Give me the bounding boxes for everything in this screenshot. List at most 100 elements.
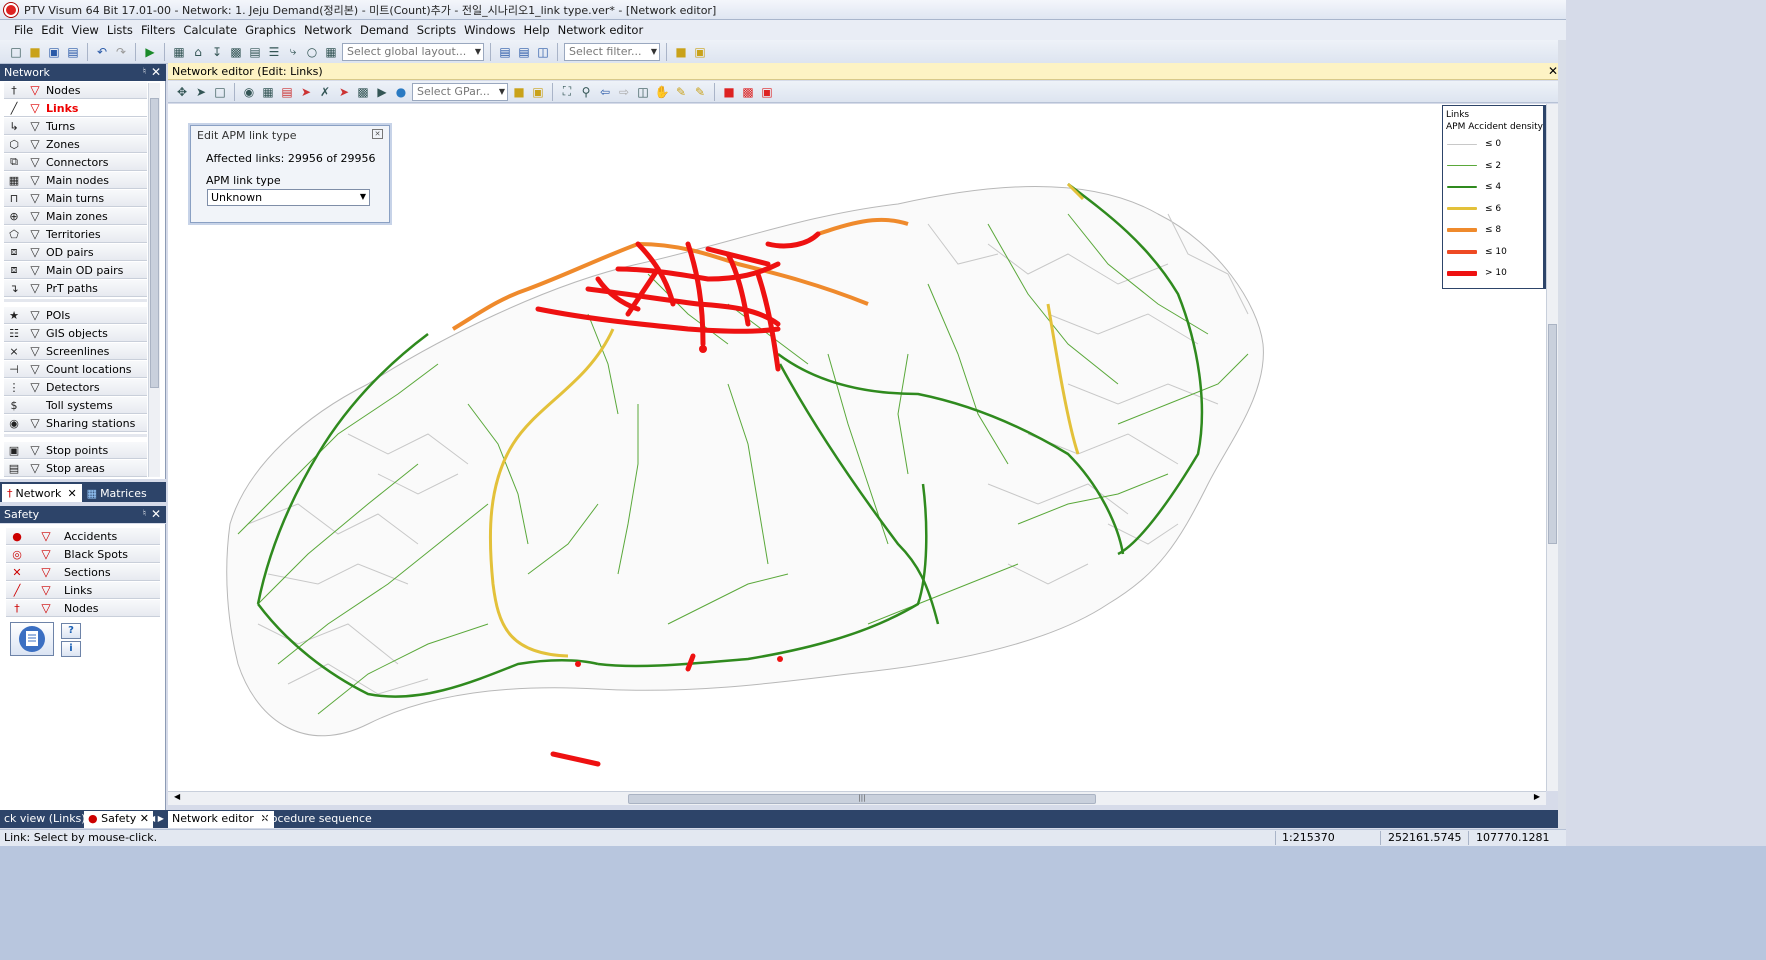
menu-lists[interactable]: Lists [103,23,137,37]
filter-icon[interactable]: ▽ [24,362,46,376]
network-item-toll-systems[interactable]: $ Toll systems [4,397,147,414]
pan-icon[interactable]: ✥ [174,84,190,100]
network-item-zones[interactable]: ⬡ ▽ Zones [4,136,147,153]
filter-icon[interactable]: ▽ [24,326,46,340]
run-icon[interactable]: ▶ [142,44,158,60]
help-button[interactable]: ? [61,623,81,639]
open-gpar-icon[interactable]: ■ [511,84,527,100]
filter-icon[interactable]: ▽ [24,173,46,187]
close-icon[interactable]: ✕ [1548,63,1558,80]
network-item-main-od-pairs[interactable]: ⧈ ▽ Main OD pairs [4,262,147,279]
list-view-icon[interactable]: ☰ [266,44,282,60]
tab-safety[interactable]: ● Safety ✕ [84,811,154,828]
filter-icon[interactable]: ▽ [28,601,64,615]
filter-icon[interactable]: ▽ [24,245,46,259]
list-icon[interactable]: ▤ [247,44,263,60]
close-icon[interactable]: ✕ [151,64,161,81]
table-icon[interactable]: ▦ [260,84,276,100]
report-button[interactable] [10,622,54,656]
pin-icon[interactable]: ♮ [143,64,146,81]
flow-icon[interactable]: ⤷ [285,44,301,60]
select-pointer-icon[interactable]: ➤ [193,84,209,100]
graphic-params-icon[interactable]: ▩ [228,44,244,60]
filter-icon[interactable]: ▽ [24,227,46,241]
frame-icon[interactable]: ▣ [759,84,775,100]
network-icon[interactable]: ▦ [171,44,187,60]
network-item-screenlines[interactable]: ⨯ ▽ Screenlines [4,343,147,360]
filter-icon[interactable]: ▽ [24,281,46,295]
stop-icon[interactable]: ■ [721,84,737,100]
network-item-sharing-stations[interactable]: ◉ ▽ Sharing stations [4,415,147,432]
filter-icon[interactable]: ▽ [24,155,46,169]
global-layout-select[interactable]: Select global layout... ▼ [342,42,484,61]
menu-network[interactable]: Network [300,23,356,37]
previous-view-icon[interactable]: ⇦ [597,84,613,100]
layout-vertical-icon[interactable]: ▤ [516,44,532,60]
filter-icon[interactable]: ▽ [24,416,46,430]
filter-icon[interactable]: ▽ [28,583,64,597]
aggregate-icon[interactable]: ▩ [355,84,371,100]
filter-icon[interactable]: ▽ [24,263,46,277]
menu-graphics[interactable]: Graphics [241,23,300,37]
filter-icon[interactable]: ▽ [24,443,46,457]
network-map[interactable]: Edit APM link type ✕ Affected links: 299… [168,104,1546,791]
filter-icon[interactable]: ▽ [24,101,46,115]
gpar-select[interactable]: Select GPar... ▼ [412,82,508,101]
network-item-od-pairs[interactable]: ⧈ ▽ OD pairs [4,244,147,261]
filter-icon[interactable]: ▽ [24,191,46,205]
layout-horizontal-icon[interactable]: ▤ [497,44,513,60]
safety-item-accidents[interactable]: ● ▽ Accidents [6,528,160,545]
view-icon[interactable]: ◫ [635,84,651,100]
layout-tile-icon[interactable]: ◫ [535,44,551,60]
tab-quick-view[interactable]: ck view (Links) [0,811,90,828]
save-icon[interactable]: ▣ [46,44,62,60]
measure-icon[interactable]: ✎ [673,84,689,100]
menu-filters[interactable]: Filters [137,23,179,37]
tab-scroll-arrows[interactable]: ◀ ▶ [145,811,168,828]
map-horizontal-scrollbar[interactable]: ◀ ||| ▶ [168,791,1546,805]
close-icon[interactable]: ✕ [151,506,161,523]
pin-icon[interactable]: ♮ [143,506,146,523]
draw-icon[interactable]: ✎ [692,84,708,100]
select-rect-icon[interactable]: □ [212,84,228,100]
menu-view[interactable]: View [68,23,103,37]
network-item-count-locations[interactable]: ⊣ ▽ Count locations [4,361,147,378]
network-item-turns[interactable]: ↳ ▽ Turns [4,118,147,135]
menu-calculate[interactable]: Calculate [179,23,241,37]
open-folder-icon[interactable]: ■ [27,44,43,60]
hand-icon[interactable]: ✋ [654,84,670,100]
split-icon[interactable]: ✗ [317,84,333,100]
network-item-main-nodes[interactable]: ▦ ▽ Main nodes [4,172,147,189]
zoom-extent-icon[interactable]: ⛶ [559,84,575,100]
network-item-links[interactable]: ╱ ▽ Links [4,100,147,117]
network-item-stop-points[interactable]: ▣ ▽ Stop points [4,442,147,459]
filter-icon[interactable]: ▽ [24,119,46,133]
save-gpar-icon[interactable]: ▣ [530,84,546,100]
filter-icon[interactable]: ▽ [24,137,46,151]
filter-icon[interactable]: ▽ [24,344,46,358]
circle-icon[interactable]: ○ [304,44,320,60]
menu-help[interactable]: Help [519,23,553,37]
select-link-icon[interactable]: ➤ [298,84,314,100]
filter-icon[interactable]: ▽ [24,461,46,475]
apm-link-type-select[interactable]: Unknown ▼ [207,189,370,206]
network-item-stop-areas[interactable]: ▤ ▽ Stop areas [4,460,147,477]
network-item-pois[interactable]: ★ ▽ POIs [4,307,147,324]
menu-scripts[interactable]: Scripts [413,23,460,37]
filter-icon[interactable]: ▽ [28,565,64,579]
spread-icon[interactable]: ➤ [336,84,352,100]
safety-item-sections[interactable]: ✕ ▽ Sections [6,564,160,581]
filter-icon[interactable]: ▽ [24,308,46,322]
filter-icon[interactable]: ▽ [24,380,46,394]
grid-icon[interactable]: ▩ [740,84,756,100]
map-vertical-scrollbar[interactable] [1546,104,1558,791]
network-item-detectors[interactable]: ⋮ ▽ Detectors [4,379,147,396]
save-all-icon[interactable]: ▤ [65,44,81,60]
info-button[interactable]: i [61,641,81,657]
filter-select[interactable]: Select filter... ▼ [564,42,660,61]
filter-icon[interactable]: ▽ [24,83,46,97]
next-view-icon[interactable]: ⇨ [616,84,632,100]
import-icon[interactable]: ↧ [209,44,225,60]
find-icon[interactable]: ◉ [241,84,257,100]
scroll-right-icon[interactable]: ▶ [1534,792,1540,801]
